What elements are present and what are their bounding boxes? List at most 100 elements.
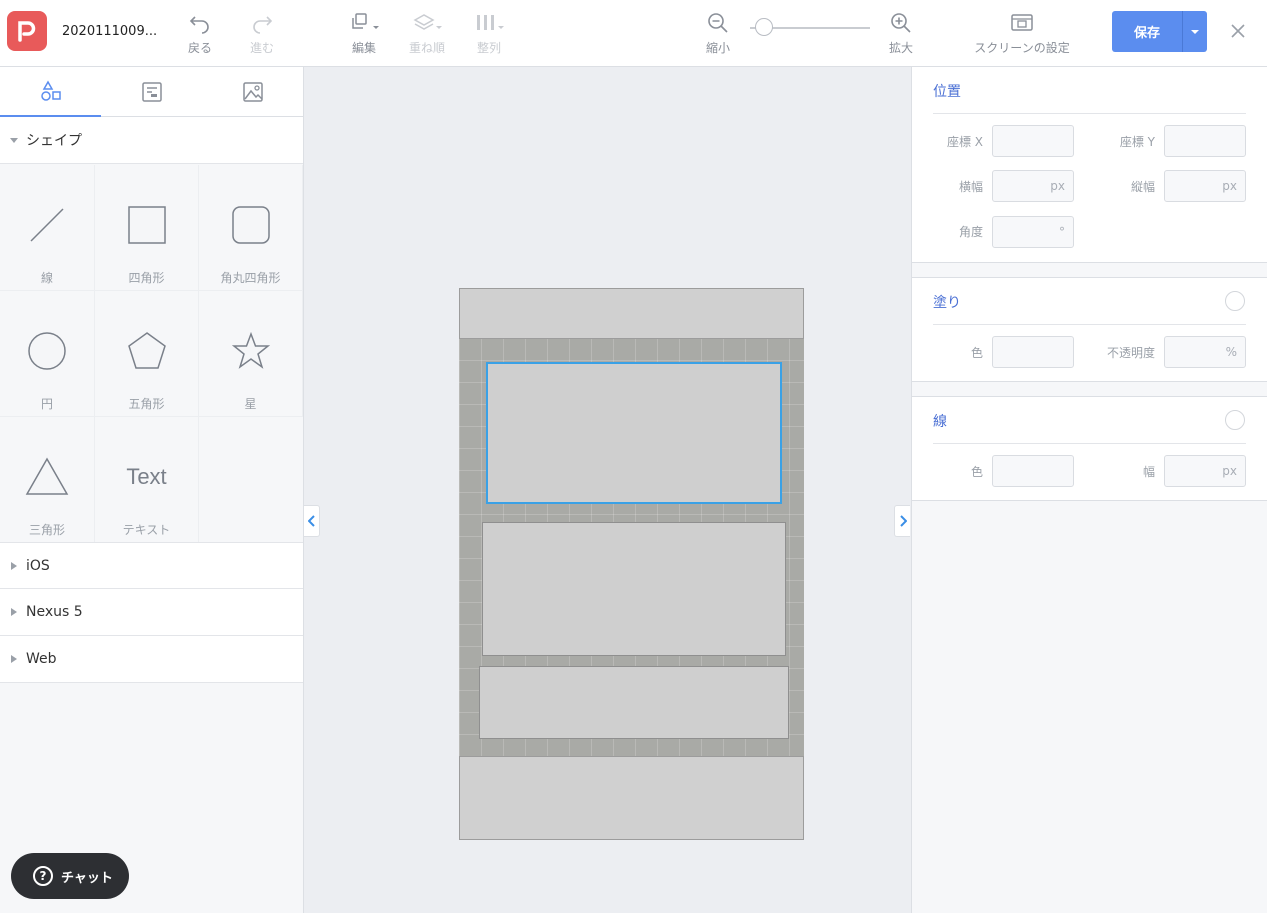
caret-right-icon bbox=[11, 608, 17, 616]
screen-artboard[interactable] bbox=[459, 288, 804, 840]
close-button[interactable] bbox=[1226, 19, 1250, 43]
redo-label: 進む bbox=[249, 41, 274, 55]
chat-label: チャット bbox=[61, 870, 113, 886]
rect-shape-icon bbox=[127, 206, 166, 244]
collapse-right-panel-button[interactable] bbox=[894, 505, 910, 537]
right-panel: 位置 座標 X 座標 Y 横幅 px 縦幅 px 角度 ° 塗り 色 不透明度 … bbox=[911, 67, 1267, 913]
file-name[interactable]: 2020111009... bbox=[62, 24, 157, 39]
help-icon: ? bbox=[33, 866, 53, 886]
shape-grid-empty bbox=[199, 417, 303, 543]
order-label: 重ね順 bbox=[408, 41, 445, 55]
edit-menu-button[interactable]: 編集 bbox=[334, 11, 394, 56]
position-section: 位置 座標 X 座標 Y 横幅 px 縦幅 px 角度 ° bbox=[912, 67, 1267, 263]
stroke-color-label: 色 bbox=[970, 465, 983, 479]
stroke-color-input[interactable] bbox=[992, 455, 1074, 487]
stroke-width-label: 幅 bbox=[1142, 465, 1155, 479]
zoom-slider-thumb[interactable] bbox=[755, 18, 774, 36]
top-toolbar: 2020111009... 戻る 進む 編集 重ね順 整列 縮小 拡大 スクリー… bbox=[0, 0, 1267, 67]
selected-rect-block[interactable] bbox=[486, 362, 782, 504]
fill-color-input[interactable] bbox=[992, 336, 1074, 368]
height-label: 縦幅 bbox=[1130, 180, 1155, 194]
unit-deg: ° bbox=[1059, 225, 1065, 239]
zoom-out-label: 縮小 bbox=[705, 41, 730, 55]
y-input[interactable] bbox=[1164, 125, 1246, 157]
screen-settings-icon bbox=[1011, 14, 1033, 31]
height-input[interactable]: px bbox=[1164, 170, 1246, 202]
shape-rect[interactable]: 四角形 bbox=[95, 165, 199, 291]
collapse-left-panel-button[interactable] bbox=[304, 505, 320, 537]
caret-down-icon bbox=[1191, 29, 1199, 34]
shape-star[interactable]: 星 bbox=[199, 291, 303, 417]
rect-block[interactable] bbox=[479, 666, 789, 739]
caret-right-icon bbox=[11, 655, 17, 663]
redo-button[interactable]: 進む bbox=[232, 11, 292, 56]
shape-label: 線 bbox=[40, 271, 53, 285]
chat-button[interactable]: ? チャット bbox=[11, 853, 129, 899]
copy-icon bbox=[352, 13, 379, 29]
shape-text[interactable]: Text テキスト bbox=[95, 417, 199, 543]
opacity-input[interactable]: % bbox=[1164, 336, 1246, 368]
undo-label: 戻る bbox=[187, 41, 212, 55]
line-shape-icon bbox=[30, 208, 64, 242]
app-logo[interactable] bbox=[7, 11, 47, 51]
zoom-out-icon bbox=[708, 13, 728, 33]
stroke-toggle[interactable] bbox=[1225, 410, 1245, 430]
rect-block[interactable] bbox=[482, 522, 786, 656]
triangle-shape-icon bbox=[25, 457, 69, 495]
undo-button[interactable]: 戻る bbox=[170, 11, 230, 56]
width-input[interactable]: px bbox=[992, 170, 1074, 202]
section-nexus5[interactable]: Nexus 5 bbox=[0, 589, 303, 636]
align-menu-button[interactable]: 整列 bbox=[459, 11, 519, 56]
shapes-section-title: シェイプ bbox=[26, 133, 82, 149]
shape-label: 三角形 bbox=[28, 523, 65, 537]
shape-triangle[interactable]: 三角形 bbox=[0, 417, 95, 543]
edit-label: 編集 bbox=[351, 41, 376, 55]
section-ios[interactable]: iOS bbox=[0, 542, 303, 589]
shape-circle[interactable]: 円 bbox=[0, 291, 95, 417]
shape-label: 四角形 bbox=[128, 271, 165, 285]
artboard-header-block[interactable] bbox=[459, 288, 804, 339]
x-input[interactable] bbox=[992, 125, 1074, 157]
fill-title: 塗り bbox=[933, 295, 961, 311]
shape-label: テキスト bbox=[122, 523, 171, 537]
position-title: 位置 bbox=[933, 84, 961, 100]
shapes-section-header[interactable]: シェイプ bbox=[0, 117, 303, 164]
stroke-width-input[interactable]: px bbox=[1164, 455, 1246, 487]
design-canvas[interactable] bbox=[304, 67, 911, 913]
angle-label: 角度 bbox=[958, 225, 983, 239]
artboard-footer-block[interactable] bbox=[459, 756, 804, 840]
stroke-section: 線 色 幅 px bbox=[912, 396, 1267, 501]
save-options-button[interactable] bbox=[1182, 11, 1207, 52]
align-label: 整列 bbox=[476, 41, 501, 55]
tab-components[interactable] bbox=[101, 67, 202, 117]
fill-section: 塗り 色 不透明度 % bbox=[912, 277, 1267, 382]
close-icon bbox=[1231, 24, 1245, 38]
shape-label: 五角形 bbox=[128, 397, 165, 411]
left-tabs bbox=[0, 67, 303, 117]
star-shape-icon bbox=[231, 331, 270, 369]
section-web[interactable]: Web bbox=[0, 636, 303, 683]
shape-label: 角丸四角形 bbox=[220, 271, 281, 285]
shape-label: 円 bbox=[40, 397, 53, 411]
unit-percent: % bbox=[1225, 345, 1237, 359]
zoom-in-label: 拡大 bbox=[888, 41, 913, 55]
zoom-out-button[interactable]: 縮小 bbox=[688, 11, 748, 56]
shape-rounded-rect[interactable]: 角丸四角形 bbox=[199, 165, 303, 291]
shape-pentagon[interactable]: 五角形 bbox=[95, 291, 199, 417]
tab-images[interactable] bbox=[202, 67, 303, 117]
tab-shapes[interactable] bbox=[0, 67, 101, 117]
angle-input[interactable]: ° bbox=[992, 216, 1074, 248]
redo-icon bbox=[253, 16, 273, 34]
save-button[interactable]: 保存 bbox=[1112, 11, 1182, 52]
shape-line[interactable]: 線 bbox=[0, 165, 95, 291]
order-menu-button[interactable]: 重ね順 bbox=[397, 11, 457, 56]
zoom-in-button[interactable]: 拡大 bbox=[871, 11, 931, 56]
y-label: 座標 Y bbox=[1119, 135, 1155, 149]
align-icon bbox=[477, 15, 504, 30]
circle-shape-icon bbox=[28, 332, 66, 370]
fill-toggle[interactable] bbox=[1225, 291, 1245, 311]
section-ios-label: iOS bbox=[26, 557, 50, 574]
screen-settings-button[interactable]: スクリーンの設定 bbox=[972, 11, 1072, 56]
layers-icon bbox=[413, 14, 442, 30]
components-icon bbox=[141, 82, 162, 102]
